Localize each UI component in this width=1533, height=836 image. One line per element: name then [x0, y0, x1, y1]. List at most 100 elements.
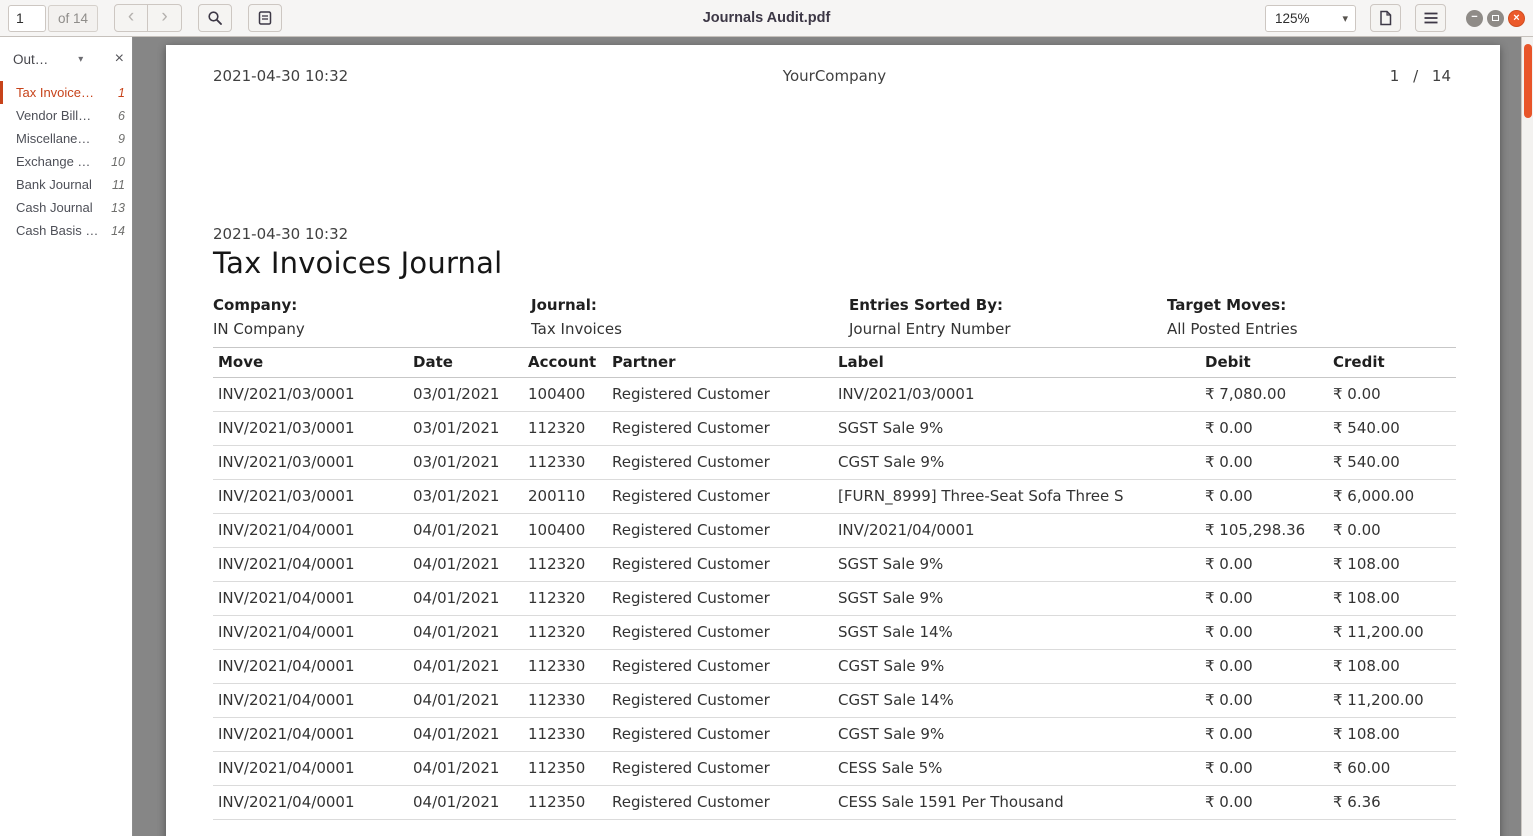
minimize-icon: −	[1471, 12, 1477, 23]
table-row: INV/2021/03/000103/01/2021112320Register…	[213, 412, 1456, 446]
scrollbar-thumb[interactable]	[1524, 44, 1532, 118]
outline-item-label: Bank Journal	[16, 177, 108, 192]
table-cell: ₹ 0.00	[1200, 616, 1328, 650]
outline-item[interactable]: Exchange … 10	[0, 150, 132, 173]
search-button[interactable]	[198, 4, 232, 32]
page-number-input[interactable]	[8, 5, 46, 32]
report-header-page: 1 / 14	[1390, 69, 1451, 84]
report-header: 2021-04-30 10:32 YourCompany 1 / 14	[213, 69, 1456, 84]
table-row: INV/2021/04/000104/01/2021112330Register…	[213, 684, 1456, 718]
table-cell: 112320	[523, 616, 607, 650]
table-cell: Registered Customer	[607, 650, 833, 684]
outline-item-page: 9	[118, 132, 125, 146]
maximize-button[interactable]	[1487, 10, 1504, 27]
table-cell: INV/2021/04/0001	[213, 718, 408, 752]
outline-item-page: 1	[118, 86, 125, 100]
table-row: INV/2021/03/000103/01/2021112330Register…	[213, 446, 1456, 480]
table-cell: Registered Customer	[607, 446, 833, 480]
table-cell: ₹ 60.00	[1328, 752, 1456, 786]
table-cell: 03/01/2021	[408, 446, 523, 480]
outline-item-label: Miscellane…	[16, 131, 114, 146]
table-column-header: Date	[408, 348, 523, 378]
report-title: Tax Invoices Journal	[213, 246, 1456, 281]
maximize-icon	[1492, 15, 1499, 21]
page-nav-group: ‹ ›	[114, 4, 182, 32]
minimize-button[interactable]: −	[1466, 10, 1483, 27]
close-button[interactable]: ×	[1508, 10, 1525, 27]
meta-value: IN Company	[213, 322, 531, 337]
chevron-left-icon: ‹	[128, 7, 134, 26]
table-cell: 112330	[523, 718, 607, 752]
table-row: INV/2021/04/000104/01/2021112350Register…	[213, 752, 1456, 786]
annotations-button[interactable]	[248, 4, 282, 32]
table-cell: INV/2021/03/0001	[213, 446, 408, 480]
table-body: INV/2021/03/000103/01/2021100400Register…	[213, 378, 1456, 820]
table-cell: INV/2021/04/0001	[213, 514, 408, 548]
previous-page-button[interactable]: ‹	[114, 4, 148, 32]
table-row: INV/2021/04/000104/01/2021112330Register…	[213, 718, 1456, 752]
outline-item[interactable]: Bank Journal 11	[0, 173, 132, 196]
outline-list: Tax Invoice… 1 Vendor Bill… 6 Miscellane…	[0, 81, 132, 242]
table-cell: 04/01/2021	[408, 514, 523, 548]
search-icon	[207, 10, 223, 26]
table-cell: ₹ 0.00	[1200, 650, 1328, 684]
meta-row: Company: IN Company Journal: Tax Invoice…	[213, 298, 1456, 337]
zoom-level-select[interactable]: 125% ▾	[1265, 5, 1356, 32]
outline-item-page: 13	[111, 201, 125, 215]
table-cell: ₹ 0.00	[1200, 412, 1328, 446]
table-cell: [FURN_8999] Three-Seat Sofa Three S	[833, 480, 1200, 514]
table-cell: CGST Sale 9%	[833, 650, 1200, 684]
table-cell: 112350	[523, 786, 607, 820]
table-cell: Registered Customer	[607, 718, 833, 752]
table-row: INV/2021/03/000103/01/2021100400Register…	[213, 378, 1456, 412]
outline-item-label: Cash Basis …	[16, 223, 107, 238]
outline-item-page: 10	[111, 155, 125, 169]
table-cell: Registered Customer	[607, 412, 833, 446]
meta-value: Journal Entry Number	[849, 322, 1167, 337]
table-cell: Registered Customer	[607, 684, 833, 718]
menu-button[interactable]	[1415, 4, 1446, 32]
outline-item[interactable]: Cash Journal 13	[0, 196, 132, 219]
table-cell: 04/01/2021	[408, 718, 523, 752]
table-cell: Registered Customer	[607, 548, 833, 582]
document-icon	[1378, 10, 1393, 26]
table-cell: ₹ 0.00	[1200, 786, 1328, 820]
window-title: Journals Audit.pdf	[703, 10, 831, 26]
sidebar-close-button[interactable]: ×	[115, 51, 124, 67]
sidebar-view-dropdown[interactable]: Out…	[13, 52, 48, 67]
table-cell: ₹ 0.00	[1328, 514, 1456, 548]
chevron-down-icon[interactable]: ▾	[78, 54, 83, 65]
table-cell: ₹ 11,200.00	[1328, 616, 1456, 650]
outline-item[interactable]: Cash Basis … 14	[0, 219, 132, 242]
pdf-page: 2021-04-30 10:32 YourCompany 1 / 14 2021…	[166, 45, 1500, 836]
save-button[interactable]	[1370, 4, 1401, 32]
table-cell: 112320	[523, 582, 607, 616]
outline-item[interactable]: Vendor Bill… 6	[0, 104, 132, 127]
document-viewer: 2021-04-30 10:32 YourCompany 1 / 14 2021…	[134, 37, 1533, 836]
table-cell: INV/2021/03/0001	[833, 378, 1200, 412]
meta-value: Tax Invoices	[531, 322, 849, 337]
table-cell: CESS Sale 1591 Per Thousand	[833, 786, 1200, 820]
table-cell: Registered Customer	[607, 514, 833, 548]
meta-label: Target Moves:	[1167, 298, 1456, 313]
table-row: INV/2021/04/000104/01/2021112320Register…	[213, 548, 1456, 582]
next-page-button[interactable]: ›	[148, 4, 182, 32]
table-cell: 200110	[523, 480, 607, 514]
table-column-header: Partner	[607, 348, 833, 378]
outline-item[interactable]: Miscellane… 9	[0, 127, 132, 150]
table-cell: ₹ 0.00	[1200, 752, 1328, 786]
outline-item[interactable]: Tax Invoice… 1	[0, 81, 132, 104]
table-cell: ₹ 540.00	[1328, 446, 1456, 480]
table-cell: INV/2021/03/0001	[213, 378, 408, 412]
zoom-level-value: 125%	[1275, 11, 1310, 26]
table-cell: INV/2021/04/0001	[213, 582, 408, 616]
close-icon: ×	[1513, 13, 1519, 24]
meta-column: Entries Sorted By: Journal Entry Number	[849, 298, 1167, 337]
table-cell: ₹ 0.00	[1200, 446, 1328, 480]
table-cell: ₹ 7,080.00	[1200, 378, 1328, 412]
table-cell: 112330	[523, 650, 607, 684]
outline-item-label: Tax Invoice…	[16, 85, 114, 100]
table-row: INV/2021/03/000103/01/2021200110Register…	[213, 480, 1456, 514]
vertical-scrollbar[interactable]	[1521, 37, 1533, 836]
report-header-company: YourCompany	[783, 69, 886, 84]
